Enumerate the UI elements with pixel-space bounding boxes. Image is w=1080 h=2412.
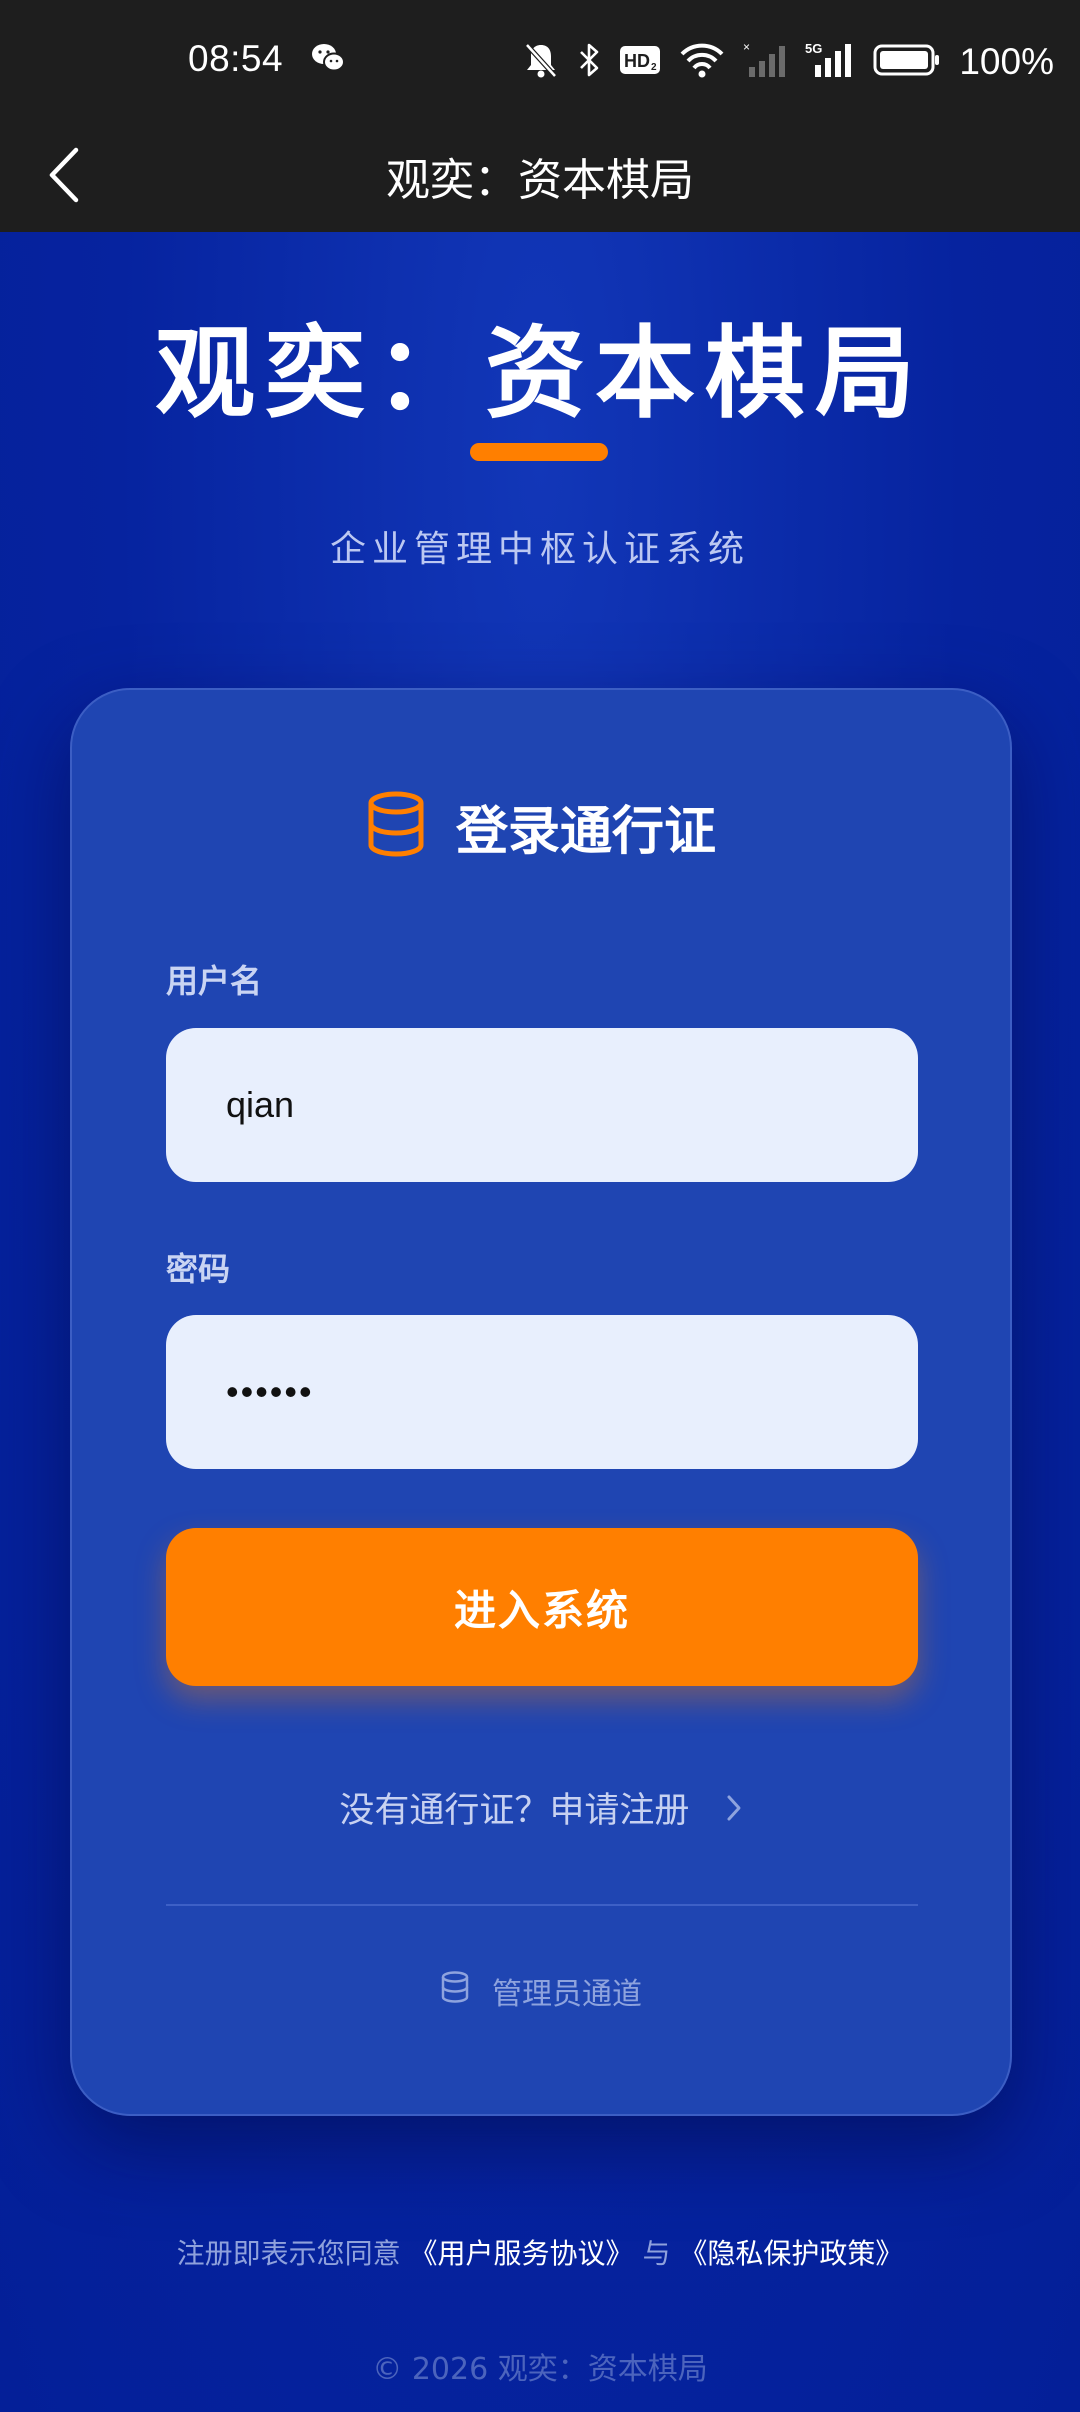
agreement-prefix: 注册即表示您同意 — [176, 2237, 401, 2270]
hero-accent-bar — [470, 443, 608, 461]
card-header: 登录通行证 — [72, 786, 1010, 866]
privacy-link[interactable]: 《隐私保护政策》 — [679, 2237, 903, 2270]
card-title: 登录通行证 — [455, 801, 716, 862]
username-input[interactable] — [166, 1028, 918, 1182]
hd-icon: HD 2 — [619, 45, 661, 79]
status-time: 08:54 — [188, 38, 284, 79]
svg-text:×: × — [743, 41, 750, 54]
terms-link[interactable]: 《用户服务协议》 — [410, 2237, 634, 2270]
admin-channel-text: 管理员通道 — [492, 1977, 642, 2012]
app-bar-title: 观奕：资本棋局 — [386, 155, 694, 206]
divider — [166, 1904, 918, 1906]
bluetooth-icon — [577, 41, 601, 83]
svg-text:HD: HD — [624, 51, 650, 71]
username-label: 用户名 — [166, 962, 263, 1000]
agreement-text: 注册即表示您同意 《用户服务协议》 与 《隐私保护政策》 — [0, 2232, 1080, 2272]
battery-percent: 100% — [959, 41, 1054, 82]
svg-text:2: 2 — [651, 62, 657, 73]
database-icon — [440, 1970, 470, 2012]
signal-icon: × — [743, 40, 787, 83]
admin-channel-link[interactable]: 管理员通道 — [72, 1966, 1010, 2016]
5g-signal-icon: 5G — [805, 41, 855, 83]
hero-title: 观奕：资本棋局 — [155, 315, 925, 432]
status-icons: HD 2 × 5G 100% — [523, 34, 1054, 90]
hero-subtitle: 企业管理中枢认证系统 — [329, 529, 750, 570]
enter-system-button[interactable]: 进入系统 — [166, 1528, 918, 1686]
register-text: 没有通行证？申请注册 — [339, 1791, 690, 1831]
database-icon — [366, 791, 426, 861]
password-label: 密码 — [166, 1250, 231, 1288]
status-bar: 08:54 HD 2 × 5G 100% — [0, 0, 1080, 122]
copyright: © 2026 观奕：资本棋局 — [372, 2352, 708, 2387]
wechat-icon — [310, 42, 346, 78]
app-bar: 观奕：资本棋局 — [0, 122, 1080, 232]
wifi-icon — [679, 42, 725, 82]
chevron-right-icon — [725, 1792, 743, 1832]
agreement-and: 与 — [642, 2237, 671, 2270]
battery-icon — [873, 43, 941, 81]
mute-icon — [523, 41, 559, 83]
password-input[interactable] — [166, 1315, 918, 1469]
register-link[interactable]: 没有通行证？申请注册 — [72, 1782, 1010, 1833]
svg-text:5G: 5G — [805, 41, 822, 56]
login-card: 登录通行证 用户名 密码 进入系统 没有通行证？申请注册 管理员通道 — [70, 688, 1012, 2116]
